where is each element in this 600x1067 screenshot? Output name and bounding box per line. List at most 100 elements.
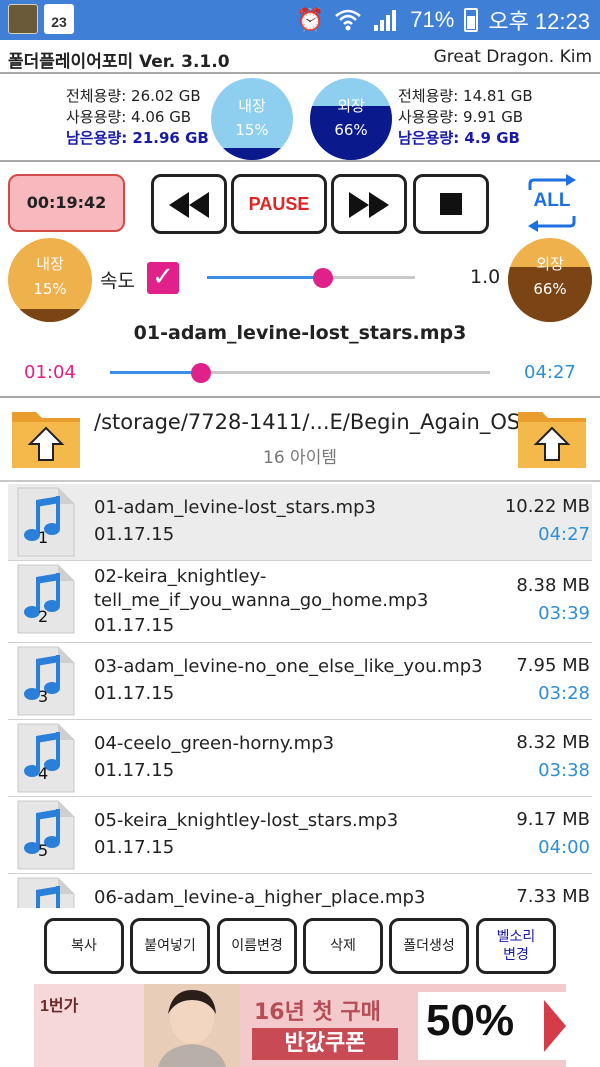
elapsed-time: 01:04 bbox=[24, 362, 76, 383]
stop-icon bbox=[440, 193, 462, 215]
file-name: 04-ceelo_green-horny.mp3 bbox=[94, 732, 334, 756]
file-name: 06-adam_levine-a_higher_place.mp3 bbox=[94, 886, 425, 908]
repeat-mode-label: ALL bbox=[533, 190, 571, 211]
file-row[interactable]: 5 05-keira_knightley-lost_stars.mp3 01.17.… bbox=[8, 797, 592, 874]
file-number: 3 bbox=[38, 687, 49, 706]
ad-discount: 50% bbox=[426, 996, 515, 1045]
set-ringtone-button[interactable]: 벨소리 변경 bbox=[476, 918, 556, 974]
music-file-icon bbox=[17, 487, 75, 557]
total-time: 04:27 bbox=[524, 362, 576, 383]
set-ringtone-line2: 변경 bbox=[503, 947, 529, 963]
internal-free: 남은용량: 21.96 GB bbox=[66, 129, 209, 147]
ad-discount-box: 50% bbox=[418, 992, 566, 1060]
internal-total: 전체용량: 26.02 GB bbox=[66, 87, 201, 105]
file-number: 4 bbox=[38, 764, 49, 783]
check-icon: ✓ bbox=[152, 262, 174, 292]
app-header: 폴더플레이어포미 Ver. 3.1.0 Great Dragon. Kim bbox=[0, 40, 600, 74]
rewind-button[interactable] bbox=[151, 174, 227, 234]
file-duration: 04:00 bbox=[538, 837, 590, 858]
speed-checkbox[interactable]: ✓ bbox=[147, 262, 179, 294]
file-date: 01.17.15 bbox=[94, 683, 175, 704]
speed-slider-fill bbox=[207, 276, 324, 279]
file-size: 7.95 MB bbox=[516, 655, 590, 676]
person-photo-icon bbox=[158, 990, 226, 1067]
pause-button[interactable]: PAUSE bbox=[231, 174, 327, 234]
sleep-timer-button[interactable]: 00:19:42 bbox=[8, 174, 125, 232]
ad-copy: 16년 첫 구매 반값쿠폰 bbox=[244, 984, 404, 1067]
external-used: 사용용량: 9.91 GB bbox=[398, 108, 524, 126]
paste-button[interactable]: 붙여넣기 bbox=[130, 918, 210, 974]
file-name: 02-keira_knightley-tell_me_if_you_wanna_… bbox=[94, 565, 428, 613]
rewind-icon bbox=[169, 192, 209, 218]
file-size: 7.33 MB bbox=[516, 886, 590, 907]
file-number: 5 bbox=[38, 841, 49, 860]
speed-slider-thumb[interactable] bbox=[313, 268, 334, 288]
repeat-all-button[interactable]: ALL bbox=[522, 174, 582, 232]
file-name-line: 06-adam_levine-a_higher_place.mp3 bbox=[94, 887, 426, 908]
file-row[interactable]: 3 03-adam_levine-no_one_else_like_you.mp3… bbox=[8, 643, 592, 720]
music-file-icon bbox=[17, 800, 75, 870]
gallery-notification-icon bbox=[8, 4, 38, 34]
seek-bar-fill bbox=[110, 371, 202, 374]
file-duration: 03:39 bbox=[538, 603, 590, 624]
external-gauge-label: 외장 bbox=[337, 97, 365, 115]
internal-mini-gauge: 내장 15% bbox=[8, 238, 92, 322]
new-folder-button[interactable]: 폴더생성 bbox=[389, 918, 469, 974]
calendar-notification-icon: 23 bbox=[44, 4, 74, 34]
file-name-line: 01-adam_levine-lost_stars.mp3 bbox=[94, 497, 376, 518]
file-row[interactable]: 606-adam_levine-a_higher_place.mp37.33 M… bbox=[8, 874, 592, 908]
file-name: 03-adam_levine-no_one_else_like_you.mp3 bbox=[94, 655, 483, 679]
internal-gauge-label: 내장 bbox=[238, 97, 266, 115]
file-size: 10.22 MB bbox=[504, 496, 590, 517]
file-duration: 04:27 bbox=[538, 524, 590, 545]
delete-button[interactable]: 삭제 bbox=[303, 918, 383, 974]
internal-storage-info: 전체용량: 26.02 GB 사용용량: 4.06 GB 남은용량: 21.96… bbox=[66, 86, 209, 149]
music-file-icon bbox=[17, 877, 75, 908]
ad-logo: 1번가 bbox=[40, 998, 79, 1015]
alarm-icon: ⏰ bbox=[296, 7, 325, 32]
music-file-icon bbox=[17, 646, 75, 716]
rename-button[interactable]: 이름변경 bbox=[217, 918, 297, 974]
file-date: 01.17.15 bbox=[94, 760, 175, 781]
file-row[interactable]: 2 02-keira_knightley-tell_me_if_you_wanna… bbox=[8, 561, 592, 643]
internal-mini-gauge-label: 내장 bbox=[36, 255, 64, 273]
speed-label: 속도 bbox=[100, 270, 135, 292]
file-date: 01.17.15 bbox=[94, 524, 175, 545]
external-mini-gauge-percent: 66% bbox=[533, 280, 567, 298]
internal-mini-gauge-fill bbox=[8, 309, 92, 322]
file-row[interactable]: 4 04-ceelo_green-horny.mp3 01.17.15 8.32 MB… bbox=[8, 720, 592, 797]
external-gauge-percent: 66% bbox=[334, 121, 368, 139]
file-list: 1 01-adam_levine-lost_stars.mp3 01.17.15 10… bbox=[8, 484, 592, 908]
seek-bar-thumb[interactable] bbox=[191, 363, 212, 383]
file-number: 1 bbox=[38, 528, 49, 547]
fast-forward-button[interactable] bbox=[331, 174, 407, 234]
external-free: 남은용량: 4.9 GB bbox=[398, 129, 520, 147]
stop-button[interactable] bbox=[413, 174, 489, 234]
clock: 오후 12:23 bbox=[488, 9, 590, 34]
wifi-icon bbox=[335, 9, 362, 31]
file-number: 2 bbox=[38, 607, 49, 626]
external-mini-gauge: 외장 66% bbox=[508, 238, 592, 322]
file-name: 01-adam_levine-lost_stars.mp3 bbox=[94, 496, 376, 520]
ad-arrow-icon bbox=[544, 1000, 566, 1052]
advertisement-banner[interactable]: 1번가 16년 첫 구매 반값쿠폰 50% bbox=[34, 984, 566, 1067]
ad-model-photo bbox=[144, 984, 240, 1067]
battery-icon bbox=[464, 8, 479, 32]
file-name-line: 05-keira_knightley-lost_stars.mp3 bbox=[94, 810, 399, 831]
parent-folder-up-icon-right[interactable] bbox=[516, 402, 588, 472]
ad-headline: 16년 첫 구매 bbox=[254, 1000, 381, 1025]
pause-label: PAUSE bbox=[248, 194, 310, 214]
speed-value: 1.0 bbox=[470, 266, 501, 288]
external-mini-gauge-label: 외장 bbox=[536, 255, 564, 273]
external-total: 전체용량: 14.81 GB bbox=[398, 87, 533, 105]
external-storage-info: 전체용량: 14.81 GB 사용용량: 9.91 GB 남은용량: 4.9 G… bbox=[398, 86, 533, 149]
file-size: 8.38 MB bbox=[516, 575, 590, 596]
battery-percent: 71% bbox=[410, 7, 455, 32]
copy-button[interactable]: 복사 bbox=[44, 918, 124, 974]
folder-path: /storage/7728-1411/...E/Begin_Again_OST bbox=[94, 410, 534, 434]
folder-navigation: /storage/7728-1411/...E/Begin_Again_OST … bbox=[0, 396, 600, 482]
set-ringtone-line1: 벨소리 bbox=[496, 929, 536, 945]
file-row[interactable]: 1 01-adam_levine-lost_stars.mp3 01.17.15 10… bbox=[8, 484, 592, 561]
file-name: 05-keira_knightley-lost_stars.mp3 bbox=[94, 809, 398, 833]
signal-icon bbox=[374, 10, 397, 31]
